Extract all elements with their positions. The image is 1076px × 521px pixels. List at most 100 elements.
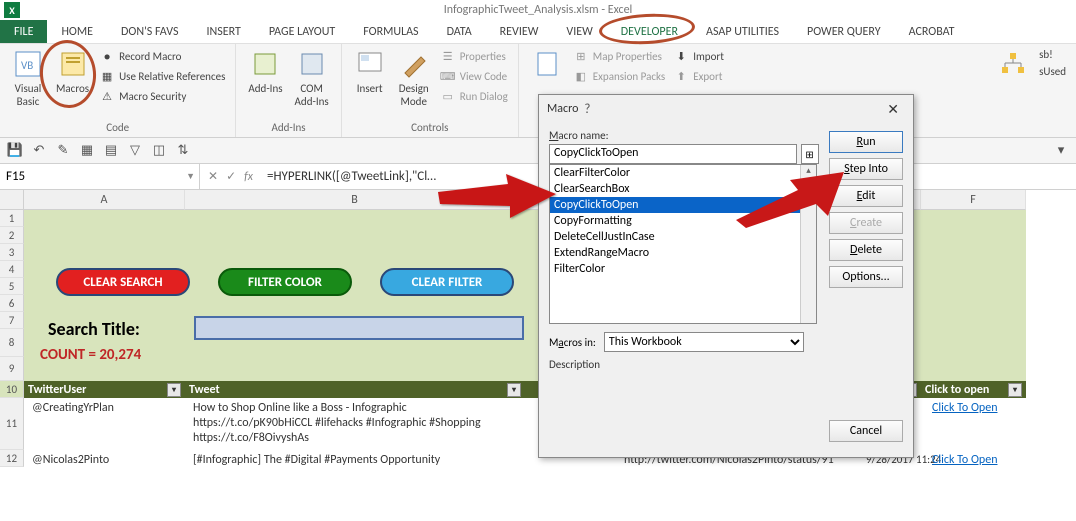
qat-save-icon[interactable]: 💾 (6, 142, 24, 160)
macro-list-item[interactable]: ClearSearchBox (550, 181, 816, 197)
search-input[interactable] (194, 316, 524, 340)
filter-color-button[interactable]: FILTER COLOR (218, 268, 352, 296)
row-header[interactable]: 7 (0, 312, 24, 329)
run-dialog-button[interactable]: ▭Run Dialog (440, 88, 508, 104)
col-click-header[interactable]: Click to open ▾ (921, 381, 1026, 398)
col-header-b[interactable]: B (185, 190, 525, 210)
macros-icon (57, 48, 89, 80)
row-header[interactable]: 9 (0, 357, 24, 381)
filter-dropdown-icon[interactable]: ▾ (167, 383, 181, 397)
tab-review[interactable]: REVIEW (486, 20, 553, 43)
source-button[interactable] (525, 46, 569, 84)
excel-icon: X (4, 2, 20, 18)
import-button[interactable]: ⬇Import (673, 48, 724, 64)
select-all-corner[interactable] (0, 190, 24, 210)
click-to-open-link[interactable]: Click To Open (928, 452, 1002, 468)
options-button[interactable]: Options... (829, 266, 903, 288)
use-relative-refs-button[interactable]: ▦Use Relative References (99, 68, 225, 84)
macro-list-item[interactable]: FilterColor (550, 261, 816, 277)
qat-table-icon[interactable]: ▦ (78, 142, 96, 160)
macro-name-input[interactable]: CopyClickToOpen (549, 144, 797, 164)
tab-asap[interactable]: ASAP UTILITIES (692, 20, 793, 43)
export-button[interactable]: ⬆Export (673, 68, 724, 84)
cancel-button[interactable]: Cancel (829, 420, 903, 442)
qat-paint-icon[interactable]: ▤ (102, 142, 120, 160)
close-icon[interactable]: ✕ (881, 101, 905, 118)
qat-brush-icon[interactable]: ✎ (54, 142, 72, 160)
design-mode-button[interactable]: Design Mode (392, 46, 436, 110)
tab-acrobat[interactable]: ACROBAT (895, 20, 969, 43)
filter-dropdown-icon[interactable]: ▾ (507, 383, 521, 397)
col-header-a[interactable]: A (24, 190, 185, 210)
clear-filter-button[interactable]: CLEAR FILTER (380, 268, 514, 296)
delete-button[interactable]: Delete (829, 239, 903, 261)
macro-list-item[interactable]: ExtendRangeMacro (550, 245, 816, 261)
run-button[interactable]: Run (829, 131, 903, 153)
name-box[interactable]: F15 ▼ (0, 164, 200, 189)
properties-button[interactable]: ☰Properties (440, 48, 508, 64)
edit-button[interactable]: Edit (829, 185, 903, 207)
refedit-icon[interactable]: ⊞ (801, 144, 819, 164)
tab-file[interactable]: FILE (0, 20, 47, 43)
window-title: InfographicTweet_Analysis.xlsm - Excel (444, 3, 633, 17)
dialog-titlebar[interactable]: Macro ? ✕ (539, 95, 913, 123)
clear-search-button[interactable]: CLEAR SEARCH (56, 268, 190, 296)
tab-developer[interactable]: DEVELOPER (607, 20, 692, 43)
tab-insert[interactable]: INSERT (192, 20, 254, 43)
tab-view[interactable]: VIEW (552, 20, 606, 43)
scrollbar[interactable]: ▴ (800, 165, 816, 323)
click-to-open-link[interactable]: Click To Open (928, 400, 1002, 416)
tab-dons-favs[interactable]: DON'S FAVS (107, 20, 192, 43)
visual-basic-button[interactable]: VB Visual Basic (6, 46, 50, 110)
qat-filter-icon[interactable]: ▽ (126, 142, 144, 160)
qat-pivot-icon[interactable]: ◫ (150, 142, 168, 160)
qat-undo-icon[interactable]: ↶ (30, 142, 48, 160)
fx-accept-icon[interactable]: ✓ (226, 169, 236, 184)
expansion-packs-button[interactable]: ◧Expansion Packs (573, 68, 665, 84)
com-addins-button[interactable]: COM Add-Ins (289, 46, 335, 110)
scroll-up-icon[interactable]: ▴ (801, 165, 816, 181)
tab-home[interactable]: HOME (47, 20, 107, 43)
qat-right-icon[interactable]: ▾ (1052, 142, 1070, 160)
record-macro-button[interactable]: ●Record Macro (99, 48, 225, 64)
group-code: VB Visual Basic Macros ●Record Macro ▦Us… (0, 44, 236, 137)
fx-cancel-icon[interactable]: ✕ (208, 169, 218, 184)
insert-control-button[interactable]: Insert (348, 46, 392, 97)
fx-icon[interactable]: fx (244, 170, 253, 184)
row-header[interactable]: 8 (0, 329, 24, 357)
map-properties-button[interactable]: ⊞Map Properties (573, 48, 665, 64)
macro-list-item[interactable]: DeleteCellJustInCase (550, 229, 816, 245)
row-header[interactable]: 3 (0, 244, 24, 261)
macros-in-select[interactable]: This Workbook (604, 332, 804, 352)
row-header[interactable]: 11 (0, 398, 24, 450)
col-header-f[interactable]: F (921, 190, 1026, 210)
macro-security-button[interactable]: ⚠Macro Security (99, 88, 225, 104)
tab-power-query[interactable]: POWER QUERY (793, 20, 895, 43)
help-icon[interactable]: ? (578, 102, 596, 117)
tab-page-layout[interactable]: PAGE LAYOUT (255, 20, 349, 43)
row-header[interactable]: 1 (0, 210, 24, 227)
tab-data[interactable]: DATA (433, 20, 486, 43)
step-into-button[interactable]: Step Into (829, 158, 903, 180)
macro-list-item[interactable]: CopyClickToOpen (550, 197, 816, 213)
unknown-button[interactable] (991, 46, 1035, 84)
macro-list-item[interactable]: ClearFilterColor (550, 165, 816, 181)
row-header[interactable]: 6 (0, 295, 24, 312)
col-tweet-header[interactable]: Tweet ▾ (185, 381, 525, 398)
row-header[interactable]: 5 (0, 278, 24, 295)
qat-sort-icon[interactable]: ⇅ (174, 142, 192, 160)
grid-icon: ▦ (99, 68, 115, 84)
macros-button[interactable]: Macros (50, 46, 95, 97)
tab-formulas[interactable]: FORMULAS (349, 20, 432, 43)
view-code-button[interactable]: ⌨View Code (440, 68, 508, 84)
macro-list[interactable]: ClearFilterColor ClearSearchBox CopyClic… (549, 164, 817, 324)
row-header[interactable]: 12 (0, 450, 24, 467)
col-twitteruser-header[interactable]: TwitterUser ▾ (24, 381, 185, 398)
addins-button[interactable]: Add-Ins (242, 46, 288, 97)
row-header[interactable]: 10 (0, 381, 24, 398)
filter-dropdown-icon[interactable]: ▾ (1008, 383, 1022, 397)
row-header[interactable]: 4 (0, 261, 24, 278)
row-header[interactable]: 2 (0, 227, 24, 244)
chevron-down-icon[interactable]: ▼ (186, 171, 195, 182)
macro-list-item[interactable]: CopyFormatting (550, 213, 816, 229)
